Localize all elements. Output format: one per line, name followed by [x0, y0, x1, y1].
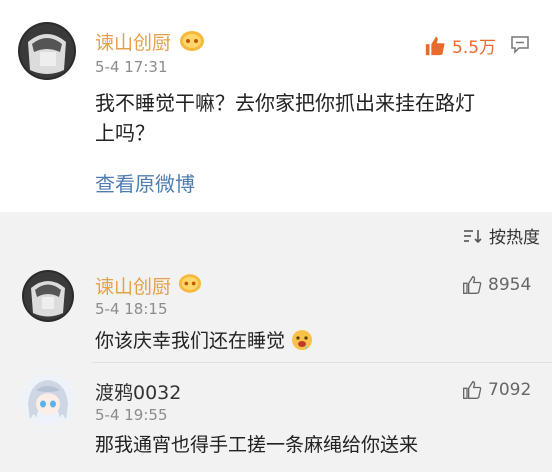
avatar[interactable] — [18, 22, 76, 80]
sort-button[interactable]: 按热度 — [463, 223, 540, 248]
comment-icon[interactable] — [510, 34, 530, 54]
comment-time: 5-4 18:15 — [95, 300, 168, 318]
comment-author-name[interactable]: 渡鸦0032 — [95, 378, 181, 405]
thumbs-up-icon — [425, 36, 445, 55]
comment-text: 你该庆幸我们还在睡觉 — [95, 330, 286, 352]
post-like-count: 5.5万 — [452, 38, 497, 58]
view-original-link[interactable]: 查看原微博 — [95, 168, 195, 197]
thumbs-up-icon — [463, 275, 482, 294]
avatar-image — [18, 22, 76, 80]
avatar[interactable] — [22, 374, 74, 426]
post-content-line-1: 我不睡觉干嘛？去你家把你抓出来挂在路灯 — [95, 91, 475, 115]
comment-time: 5-4 19:55 — [95, 406, 168, 424]
vip-badge-icon — [180, 31, 204, 51]
avatar-image — [22, 270, 74, 322]
comment-like-count: 8954 — [488, 275, 532, 295]
comment-content: 你该庆幸我们还在睡觉 — [95, 326, 313, 356]
post-time: 5-4 17:31 — [95, 58, 168, 76]
comment-like-button[interactable]: 8954 — [462, 275, 531, 295]
comment-divider — [92, 362, 552, 363]
sort-icon — [464, 229, 482, 243]
post-like-button[interactable]: 5.5万 — [424, 33, 496, 58]
original-post-card: 谏山创厨 5-4 17:31 5.5万 我不睡觉干嘛？去你家把你抓出来挂在路灯 … — [0, 0, 552, 212]
comment-author-name[interactable]: 谏山创厨 — [95, 272, 171, 299]
drool-emoji-icon — [292, 330, 313, 350]
post-content-line-2: 上吗？ — [95, 121, 155, 145]
comment-content: 那我通宵也得手工搓一条麻绳给你送来 — [95, 434, 419, 456]
sort-label: 按热度 — [489, 228, 540, 248]
thumbs-up-icon — [463, 380, 482, 399]
vip-badge-icon — [178, 274, 202, 293]
comment-like-count: 7092 — [488, 380, 532, 400]
post-author-name[interactable]: 谏山创厨 — [95, 28, 171, 55]
avatar-image — [22, 374, 74, 426]
avatar[interactable] — [22, 270, 74, 322]
comment-like-button[interactable]: 7092 — [462, 380, 531, 400]
